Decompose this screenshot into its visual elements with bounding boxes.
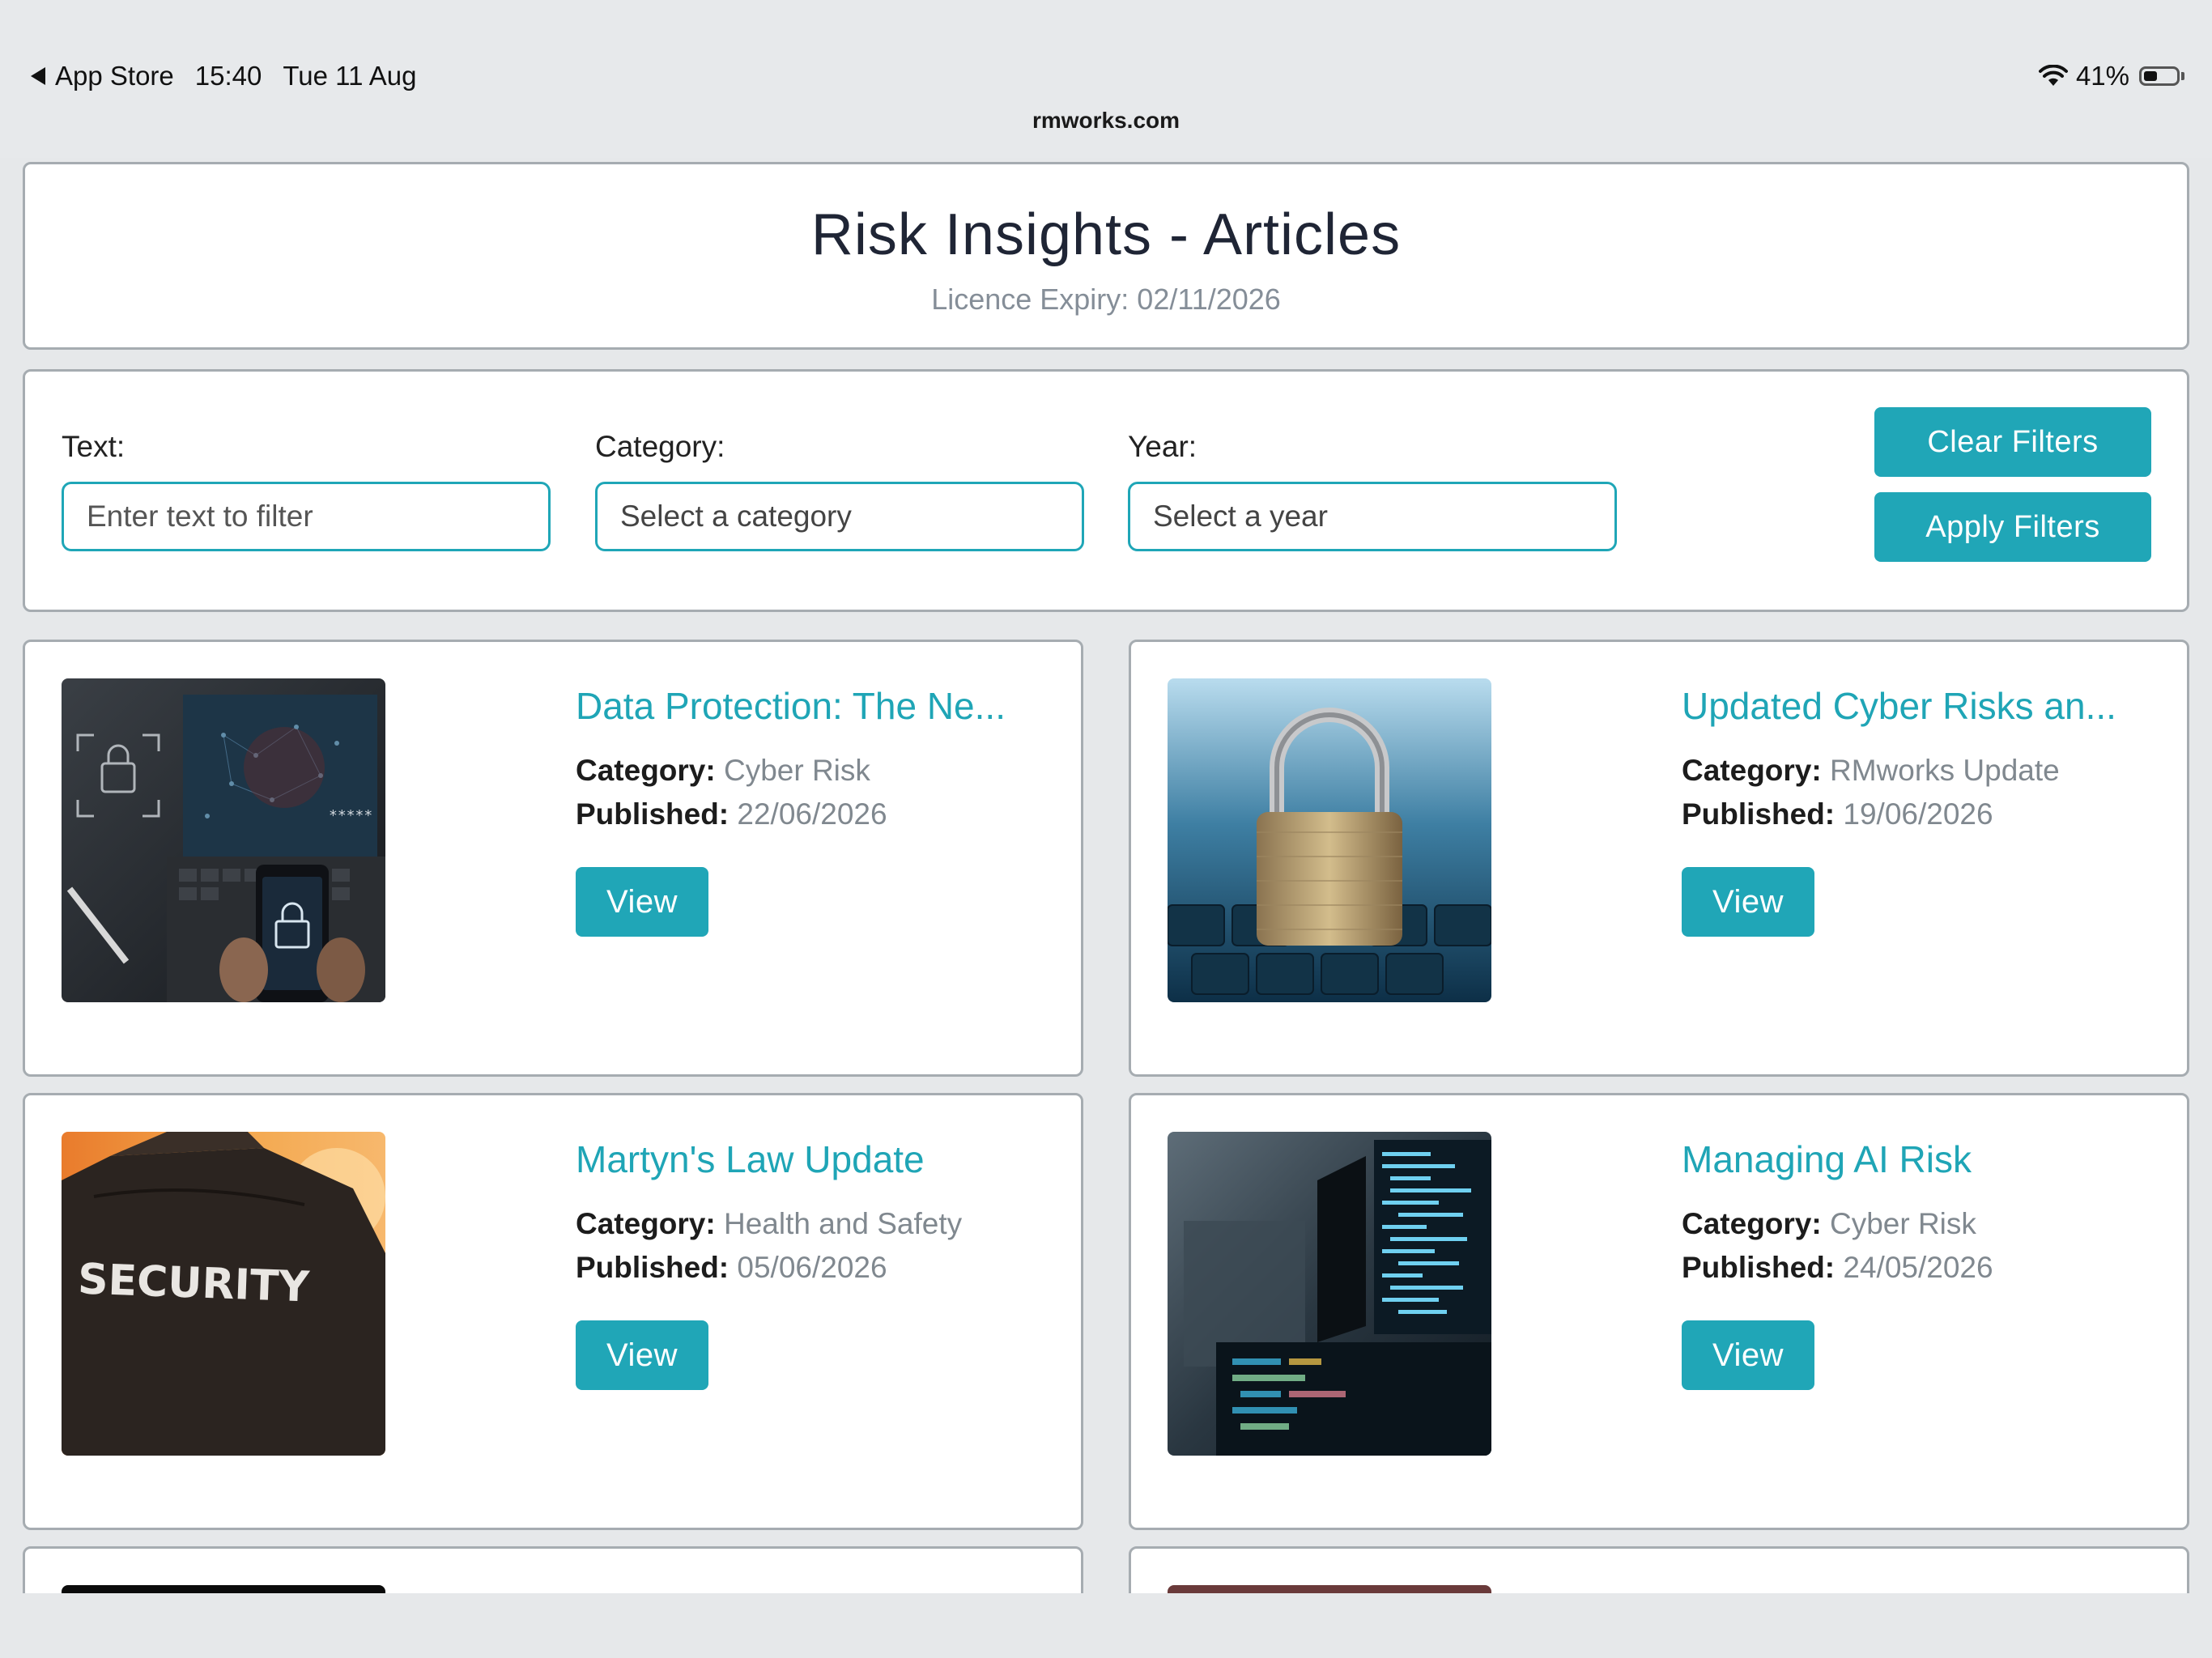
- article-title[interactable]: Managing AI Risk: [1682, 1137, 1972, 1181]
- article-card: SECURITY Martyn's Law Update Category: H…: [23, 1093, 1083, 1530]
- clear-filters-button[interactable]: Clear Filters: [1874, 407, 2151, 477]
- view-button[interactable]: View: [1682, 867, 1814, 937]
- page-title: Risk Insights - Articles: [810, 202, 1402, 267]
- category-value: RMworks Update: [1829, 754, 2060, 787]
- published-value: 19/06/2026: [1843, 797, 1993, 831]
- back-app-label[interactable]: App Store: [55, 61, 174, 91]
- category-value: Cyber Risk: [723, 754, 870, 787]
- bottom-area: [0, 1593, 2212, 1658]
- status-date: Tue 11 Aug: [283, 61, 417, 91]
- view-button[interactable]: View: [1682, 1320, 1814, 1390]
- battery-tip: [2181, 72, 2184, 80]
- published-value: 05/06/2026: [737, 1251, 887, 1284]
- category-filter-group: Category: Select a category: [595, 430, 1084, 551]
- category-select[interactable]: Select a category: [595, 482, 1084, 551]
- year-select-placeholder: Select a year: [1153, 500, 1328, 533]
- year-filter-group: Year: Select a year: [1128, 430, 1617, 551]
- header-panel: Risk Insights - Articles Licence Expiry:…: [23, 162, 2189, 350]
- status-right: 41%: [2038, 61, 2184, 91]
- svg-text:*****: *****: [329, 807, 372, 824]
- year-select[interactable]: Select a year: [1128, 482, 1617, 551]
- status-time: 15:40: [194, 61, 262, 91]
- article-category: Category: Cyber Risk: [1682, 1207, 1976, 1241]
- published-value: 24/05/2026: [1843, 1251, 1993, 1284]
- code-monitors-image: [1168, 1132, 1491, 1456]
- battery-icon: [2139, 66, 2180, 86]
- article-title[interactable]: Updated Cyber Risks an...: [1682, 684, 2116, 728]
- article-published: Published: 22/06/2026: [576, 797, 887, 831]
- apply-filters-button[interactable]: Apply Filters: [1874, 492, 2151, 562]
- category-value: Cyber Risk: [1829, 1207, 1976, 1240]
- category-key: Category:: [1682, 754, 1822, 787]
- published-key: Published:: [576, 1251, 730, 1284]
- category-select-placeholder: Select a category: [620, 500, 852, 533]
- view-button[interactable]: View: [576, 1320, 708, 1390]
- text-filter-input[interactable]: [62, 482, 551, 551]
- security-image-text: SECURITY: [77, 1255, 311, 1312]
- category-key: Category:: [576, 754, 716, 787]
- article-card: Updated Cyber Risks an... Category: RMwo…: [1129, 640, 2189, 1077]
- battery-percent: 41%: [2075, 61, 2129, 91]
- year-filter-label: Year:: [1128, 430, 1197, 463]
- article-title[interactable]: Data Protection: The Ne...: [576, 684, 1006, 728]
- status-bar: App Store 15:40 Tue 11 Aug 41% rmworks.c…: [0, 0, 2212, 158]
- padlock-keyboard-image: [1168, 678, 1491, 1002]
- article-category: Category: Cyber Risk: [576, 754, 870, 788]
- article-published: Published: 19/06/2026: [1682, 797, 1993, 831]
- article-card: ***** Data Protection: The Ne... Categor…: [23, 640, 1083, 1077]
- view-button[interactable]: View: [576, 867, 708, 937]
- back-arrow-icon[interactable]: [31, 67, 45, 85]
- text-filter-label: Text:: [62, 430, 125, 463]
- status-left[interactable]: App Store 15:40 Tue 11 Aug: [31, 61, 438, 91]
- filter-panel: Text: Category: Select a category Year: …: [23, 369, 2189, 612]
- article-published: Published: 05/06/2026: [576, 1251, 887, 1285]
- url-label[interactable]: rmworks.com: [0, 108, 2212, 134]
- article-category: Category: Health and Safety: [576, 1207, 962, 1241]
- wifi-icon: [2038, 65, 2068, 86]
- article-published: Published: 24/05/2026: [1682, 1251, 1993, 1285]
- category-value: Health and Safety: [723, 1207, 963, 1240]
- licence-expiry: Licence Expiry: 02/11/2026: [931, 283, 1281, 316]
- laptop-padlock-image: *****: [62, 678, 385, 1002]
- article-card: Managing AI Risk Category: Cyber Risk Pu…: [1129, 1093, 2189, 1530]
- category-key: Category:: [1682, 1207, 1822, 1240]
- battery-level: [2144, 71, 2157, 81]
- published-key: Published:: [1682, 1251, 1836, 1284]
- text-filter-group: Text:: [62, 430, 551, 551]
- published-key: Published:: [1682, 797, 1836, 831]
- category-key: Category:: [576, 1207, 716, 1240]
- security-guard-image: SECURITY: [62, 1132, 385, 1456]
- published-value: 22/06/2026: [737, 797, 887, 831]
- article-title[interactable]: Martyn's Law Update: [576, 1137, 925, 1181]
- article-category: Category: RMworks Update: [1682, 754, 2060, 788]
- category-filter-label: Category:: [595, 430, 725, 463]
- published-key: Published:: [576, 797, 730, 831]
